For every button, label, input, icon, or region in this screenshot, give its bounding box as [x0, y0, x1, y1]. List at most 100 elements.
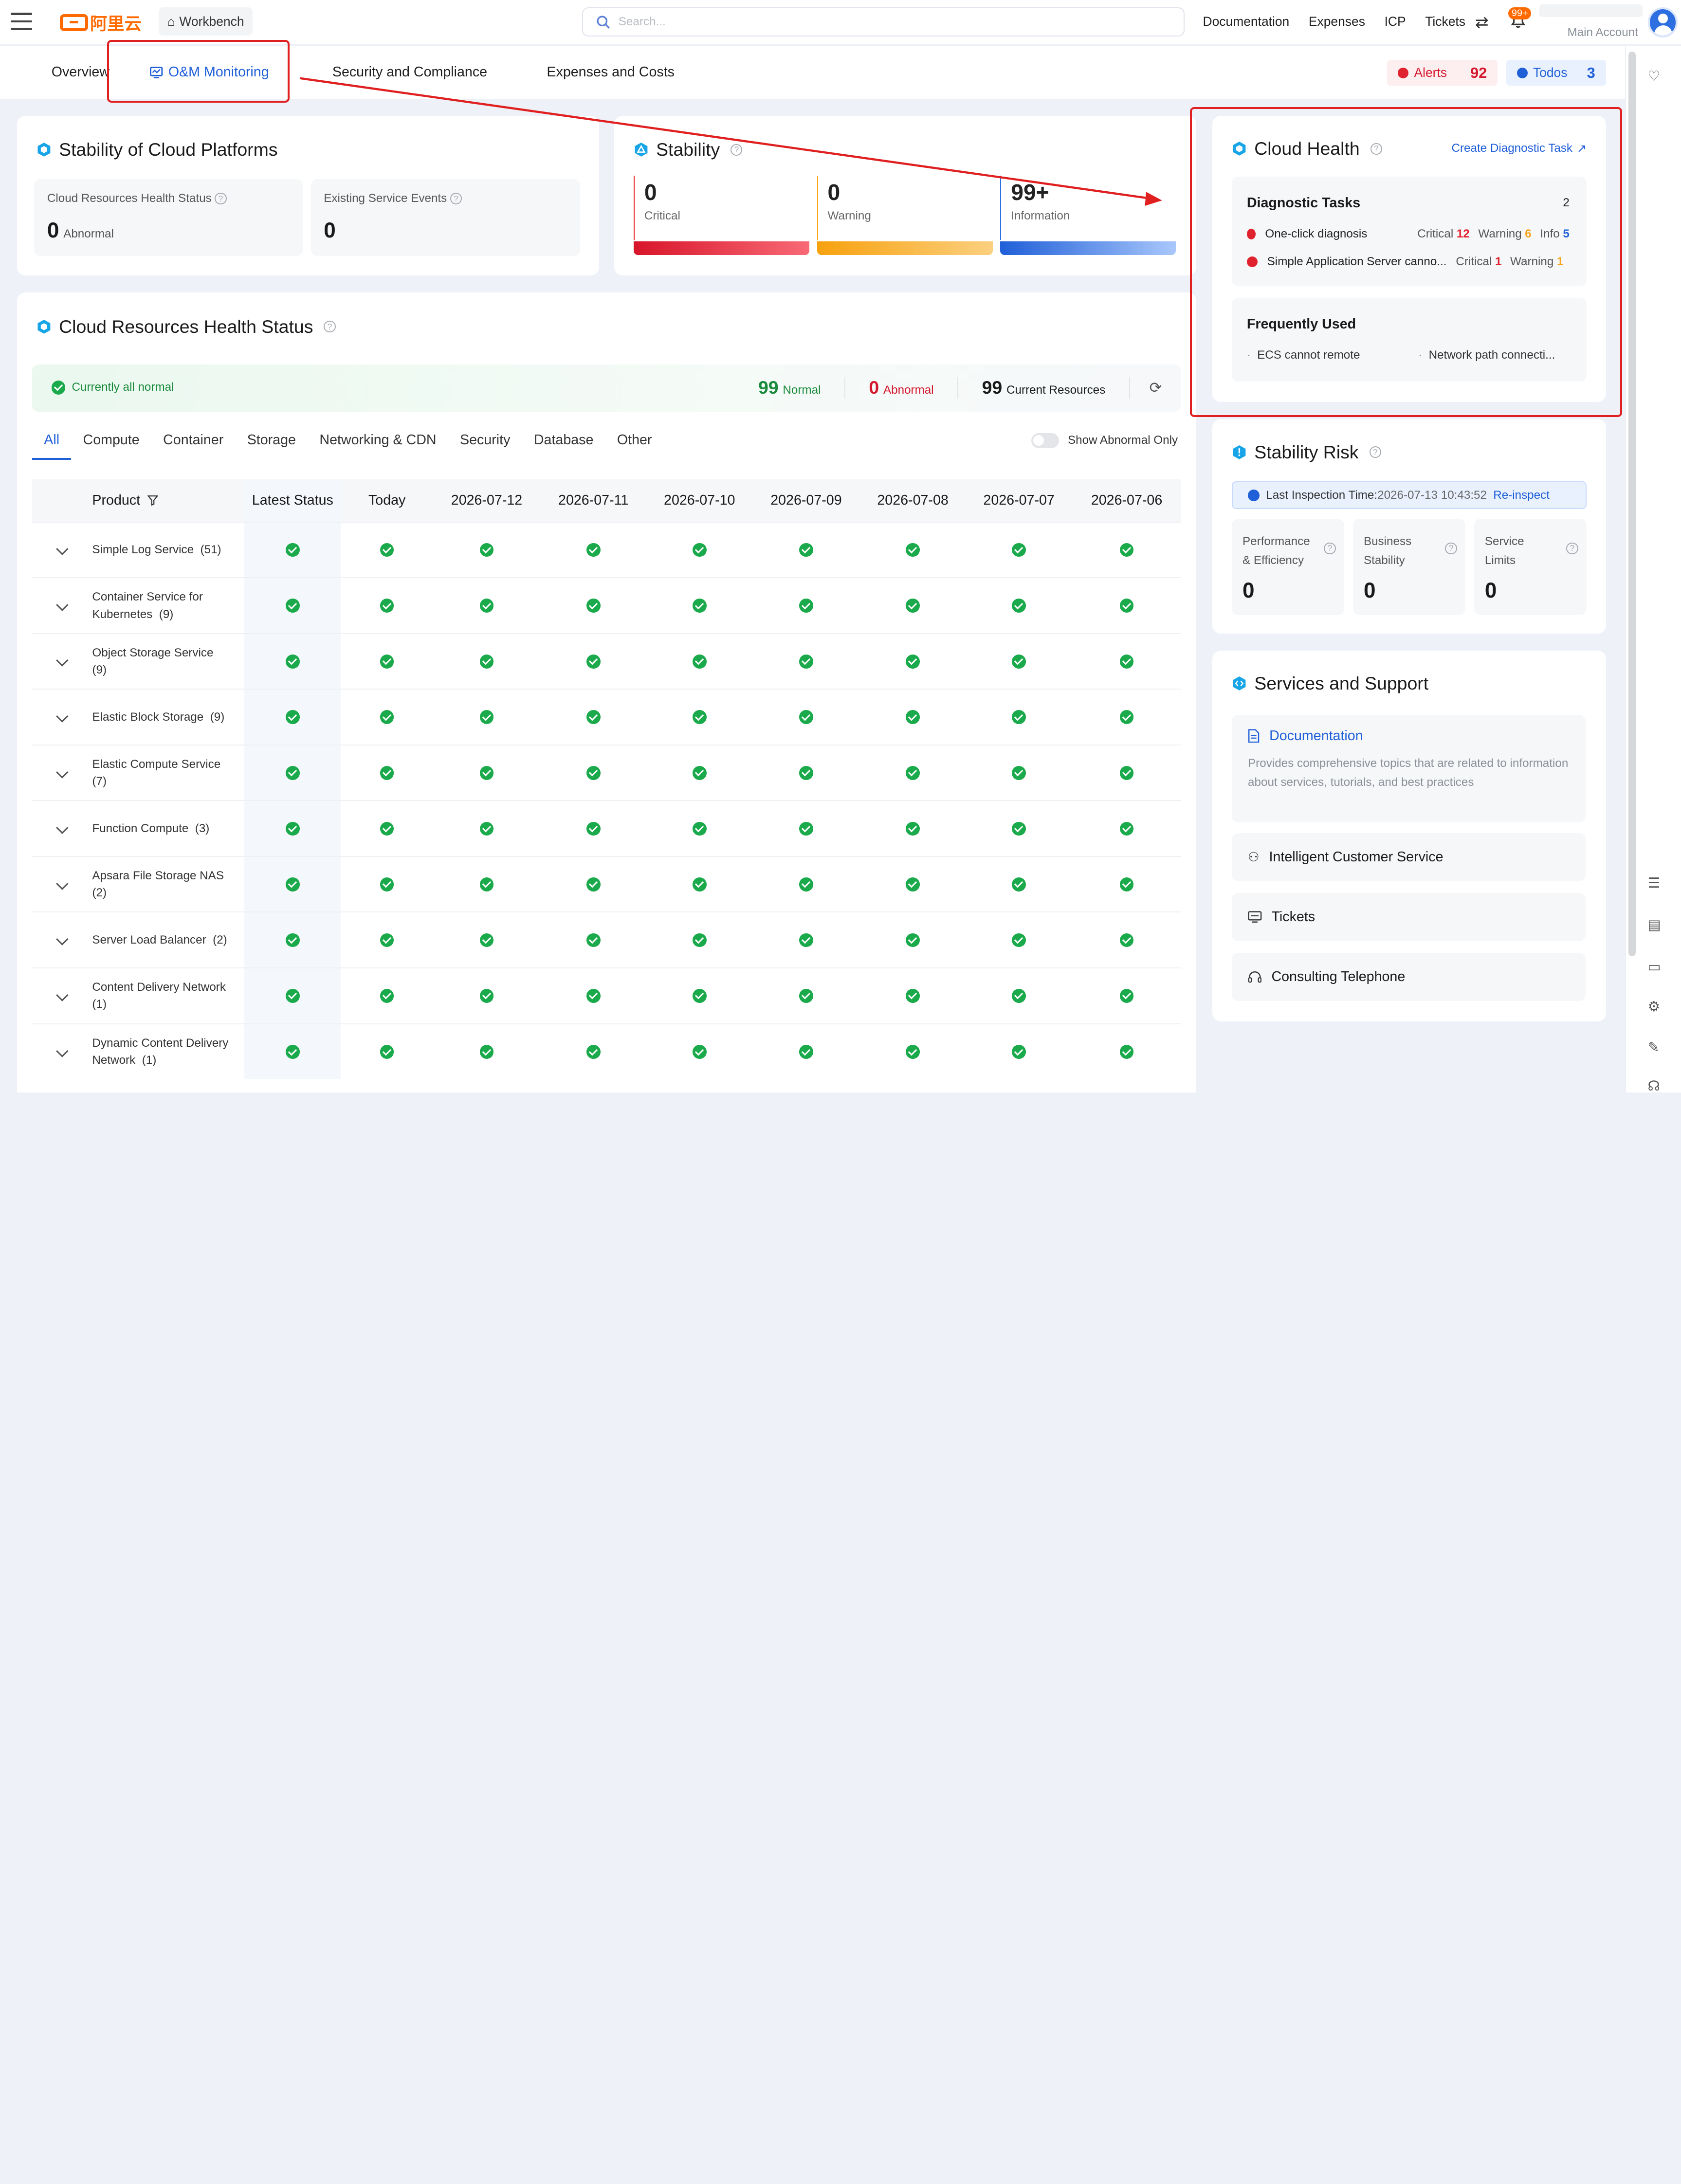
status-cell[interactable] [859, 855, 966, 912]
status-cell[interactable] [859, 744, 966, 801]
status-cell[interactable] [752, 1023, 860, 1080]
status-cell[interactable] [433, 1023, 541, 1080]
status-cell[interactable] [752, 577, 860, 634]
status-cell[interactable] [646, 689, 753, 745]
avatar[interactable] [1647, 7, 1678, 38]
category-tab-security[interactable]: Security [448, 432, 522, 460]
tab-om-monitoring[interactable]: O&M Monitoring [150, 64, 269, 80]
help-icon[interactable]: ? [1324, 542, 1336, 554]
status-cell[interactable] [540, 521, 647, 578]
headset-icon[interactable]: ☊ [1647, 1077, 1660, 1092]
search-input[interactable] [618, 15, 1155, 29]
status-cell[interactable] [540, 800, 647, 856]
help-icon[interactable]: ? [1369, 446, 1381, 458]
status-cell[interactable] [341, 1023, 433, 1080]
status-cell[interactable] [966, 855, 1072, 912]
status-cell[interactable] [433, 689, 541, 745]
table-row[interactable]: Object Storage Service (9) [32, 633, 1182, 690]
stability-critical[interactable]: 0 Critical [633, 176, 810, 255]
status-cell[interactable] [540, 967, 647, 1024]
help-icon[interactable]: ? [215, 193, 227, 205]
status-cell[interactable] [244, 800, 341, 856]
table-row[interactable]: Dynamic Content Delivery Network (1) [32, 1023, 1182, 1080]
category-tab-all[interactable]: All [32, 432, 72, 460]
status-cell[interactable] [433, 577, 541, 634]
status-cell[interactable] [244, 689, 341, 745]
status-cell[interactable] [1072, 689, 1182, 745]
status-cell[interactable] [341, 855, 433, 912]
chevron-down-icon[interactable] [56, 654, 69, 667]
status-cell[interactable] [966, 911, 1072, 968]
status-cell[interactable] [540, 855, 647, 912]
diagnostic-task-row[interactable]: Simple Application Server canno... Criti… [1246, 255, 1570, 269]
status-cell[interactable] [859, 633, 966, 690]
status-cell[interactable] [859, 577, 966, 634]
chevron-down-icon[interactable] [56, 599, 69, 611]
status-cell[interactable] [540, 1023, 647, 1080]
help-icon[interactable]: ? [1370, 143, 1382, 155]
document-tool-icon[interactable]: ▤ [1647, 916, 1661, 933]
help-icon[interactable]: ? [1445, 542, 1457, 554]
status-cell[interactable] [859, 911, 966, 968]
status-cell[interactable] [752, 689, 860, 745]
chevron-down-icon[interactable] [56, 877, 69, 890]
status-cell[interactable] [341, 633, 433, 690]
category-tab-other[interactable]: Other [605, 432, 664, 460]
status-cell[interactable] [433, 967, 541, 1024]
heart-pulse-icon[interactable]: ♡ [1647, 68, 1660, 85]
top-link-expenses[interactable]: Expenses [1309, 14, 1365, 29]
expand-cell[interactable] [32, 1023, 92, 1080]
table-row[interactable]: Elastic Block Storage (9) [32, 689, 1182, 745]
status-cell[interactable] [341, 689, 433, 745]
status-cell[interactable] [859, 689, 966, 745]
category-tab-networking-cdn[interactable]: Networking & CDN [308, 432, 448, 460]
status-cell[interactable] [1072, 911, 1182, 968]
terminal-icon[interactable]: ▭ [1647, 958, 1661, 975]
status-cell[interactable] [1072, 800, 1182, 856]
status-cell[interactable] [859, 1023, 966, 1080]
status-cell[interactable] [646, 633, 753, 690]
status-cell[interactable] [244, 521, 341, 578]
status-cell[interactable] [752, 800, 860, 856]
normal-count-stat[interactable]: 99 Normal [735, 377, 845, 399]
expand-cell[interactable] [32, 689, 92, 745]
chevron-down-icon[interactable] [56, 989, 69, 1001]
status-cell[interactable] [966, 744, 1072, 801]
tab-expenses-costs[interactable]: Expenses and Costs [547, 64, 675, 80]
status-cell[interactable] [244, 967, 341, 1024]
status-cell[interactable] [244, 633, 341, 690]
chevron-down-icon[interactable] [56, 1045, 69, 1057]
status-cell[interactable] [540, 577, 647, 634]
status-cell[interactable] [966, 521, 1072, 578]
status-cell[interactable] [966, 800, 1072, 856]
status-cell[interactable] [341, 911, 433, 968]
menu-icon[interactable] [11, 13, 33, 30]
intelligent-customer-service-button[interactable]: ⚇ Intelligent Customer Service [1232, 833, 1586, 881]
risk-metric-business-stability[interactable]: Business Stability ? 0 [1352, 519, 1466, 616]
current-resources-stat[interactable]: 99 Current Resources [958, 377, 1130, 399]
status-cell[interactable] [1072, 577, 1182, 634]
filter-icon[interactable] [147, 495, 159, 506]
status-cell[interactable] [244, 855, 341, 912]
create-diagnostic-task-link[interactable]: Create Diagnostic Task ↗ [1451, 142, 1587, 156]
status-cell[interactable] [433, 800, 541, 856]
status-cell[interactable] [244, 1023, 341, 1080]
risk-metric-performance[interactable]: Performance & Efficiency ? 0 [1232, 519, 1345, 616]
category-tab-compute[interactable]: Compute [71, 432, 151, 460]
status-cell[interactable] [966, 689, 1072, 745]
status-cell[interactable] [1072, 633, 1182, 690]
status-cell[interactable] [341, 800, 433, 856]
top-link-documentation[interactable]: Documentation [1203, 14, 1290, 29]
status-cell[interactable] [540, 633, 647, 690]
logo[interactable]: 阿里云 [60, 11, 142, 34]
edit-icon[interactable]: ✎ [1647, 1039, 1659, 1056]
top-link-icp[interactable]: ICP [1385, 14, 1406, 29]
abnormal-only-switch[interactable] [1031, 433, 1060, 448]
status-cell[interactable] [540, 744, 647, 801]
status-cell[interactable] [244, 911, 341, 968]
status-cell[interactable] [646, 855, 753, 912]
status-cell[interactable] [341, 744, 433, 801]
status-cell[interactable] [966, 577, 1072, 634]
documentation-card[interactable]: Documentation Provides comprehensive top… [1232, 715, 1586, 822]
expand-cell[interactable] [32, 577, 92, 634]
